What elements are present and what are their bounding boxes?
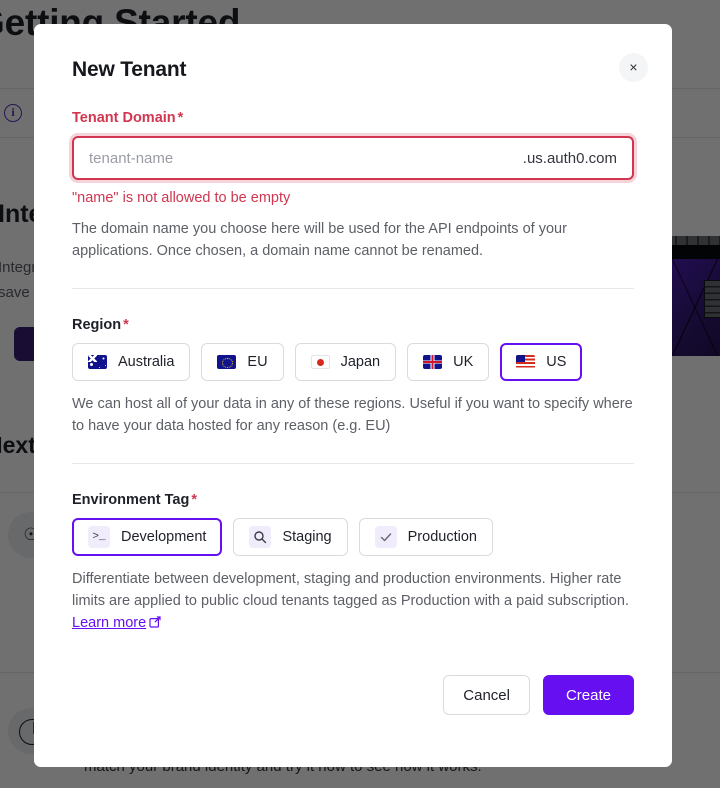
- tenant-domain-suffix: .us.auth0.com: [522, 149, 617, 167]
- check-icon: [374, 526, 397, 548]
- environment-option-staging[interactable]: Staging: [233, 518, 348, 556]
- new-tenant-dialog: New Tenant × Tenant Domain* .us.auth0.co…: [34, 24, 672, 767]
- required-mark: *: [191, 492, 198, 508]
- terminal-prompt-icon: >_: [88, 526, 110, 548]
- create-button[interactable]: Create: [542, 675, 634, 715]
- flag-uk-icon: [423, 355, 443, 369]
- environment-help-text: Differentiate between development, stagi…: [72, 571, 629, 609]
- magnifier-icon: [249, 526, 272, 548]
- flag-japan-icon: [310, 355, 330, 369]
- environment-tag-field: Environment Tag* >_ Development Staging: [72, 464, 634, 635]
- region-help: We can host all of your data in any of t…: [72, 396, 633, 434]
- external-link-icon[interactable]: [149, 613, 161, 635]
- environment-tag-label-text: Environment Tag: [72, 492, 190, 508]
- flag-us-icon: [516, 355, 536, 369]
- region-option-australia[interactable]: Australia: [72, 343, 191, 381]
- tenant-domain-input[interactable]: [89, 149, 515, 167]
- environment-help: Differentiate between development, stagi…: [72, 568, 634, 635]
- required-mark: *: [177, 110, 184, 126]
- dialog-footer: Cancel Create: [34, 659, 672, 767]
- environment-option-label: Production: [407, 529, 477, 545]
- environment-option-label: Development: [121, 529, 207, 545]
- tenant-domain-help: The domain name you choose here will be …: [72, 221, 567, 259]
- cancel-button[interactable]: Cancel: [443, 675, 530, 715]
- environment-option-development[interactable]: >_ Development: [72, 518, 223, 556]
- region-option-us[interactable]: US: [500, 343, 583, 381]
- region-options: Australia EU Japan UK US: [72, 343, 634, 381]
- region-option-label: Japan: [340, 354, 381, 370]
- tenant-domain-error: "name" is not allowed to be empty: [72, 190, 291, 206]
- environment-option-production[interactable]: Production: [358, 518, 493, 556]
- region-option-eu[interactable]: EU: [201, 343, 284, 381]
- tenant-domain-label-text: Tenant Domain: [72, 110, 176, 126]
- dialog-title: New Tenant: [72, 58, 187, 81]
- region-option-uk[interactable]: UK: [407, 343, 490, 381]
- region-field: Region * Australia EU Japan UK US We can…: [72, 289, 634, 437]
- environment-tag-label: Environment Tag *: [72, 492, 634, 508]
- flag-australia-icon: [88, 355, 107, 369]
- region-option-label: EU: [247, 354, 268, 370]
- environment-options: >_ Development Staging Production: [72, 518, 634, 556]
- flag-eu-icon: [217, 355, 237, 369]
- tenant-domain-field: Tenant Domain* .us.auth0.com "name" is n…: [72, 82, 634, 262]
- close-icon[interactable]: ×: [619, 53, 648, 82]
- region-option-japan[interactable]: Japan: [294, 343, 397, 381]
- tenant-domain-label: Tenant Domain *: [72, 110, 634, 126]
- required-mark: *: [123, 317, 129, 333]
- region-option-label: US: [546, 354, 567, 370]
- region-label: Region *: [72, 317, 634, 333]
- environment-option-label: Staging: [282, 529, 332, 545]
- dialog-header: New Tenant ×: [34, 24, 672, 82]
- region-option-label: UK: [453, 354, 474, 370]
- learn-more-link[interactable]: Learn more: [72, 615, 146, 631]
- region-option-label: Australia: [118, 354, 175, 370]
- dialog-body: Tenant Domain* .us.auth0.com "name" is n…: [34, 82, 672, 635]
- tenant-domain-input-wrapper[interactable]: .us.auth0.com: [72, 136, 634, 180]
- region-label-text: Region: [72, 317, 122, 333]
